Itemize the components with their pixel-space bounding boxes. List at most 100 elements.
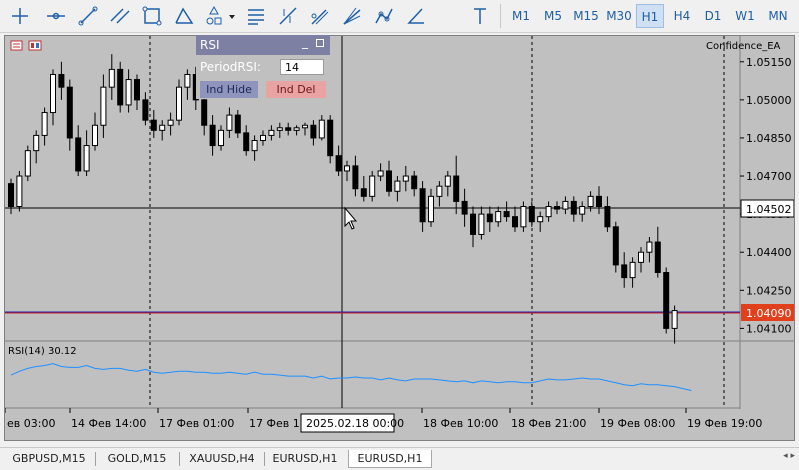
gann-tool-icon[interactable] [276,4,300,28]
candle-body [470,213,476,235]
angle-tool-icon[interactable] [404,4,428,28]
candle-body [428,195,434,223]
shapes-tool-icon[interactable] [202,4,238,28]
candle-body [50,73,56,114]
tab-eurusd-h1-active[interactable]: EURUSD,H1 [348,450,432,468]
timeframe-d1[interactable]: D1 [699,4,727,28]
timeframe-mn[interactable]: MN [762,4,794,28]
ind-hide-button[interactable]: Ind Hide [200,81,258,98]
minimize-button[interactable]: _ [302,35,308,49]
candle-body [8,183,14,208]
candle-body [125,79,132,106]
candle-body [537,216,544,223]
maximize-button[interactable] [316,39,324,47]
rsi-subwindow-label: RSI(14) 30.12 [8,346,77,357]
period-rsi-input[interactable] [280,59,324,75]
text-tool-icon[interactable] [468,4,492,28]
candle-body [327,119,334,157]
candle-body [629,261,636,279]
tab-gbpusd-m15[interactable]: GBPUSD,M15 [6,450,92,468]
candle-body [285,127,292,131]
candle-body [41,112,48,136]
pitchfork-tool-icon[interactable] [308,4,332,28]
timeframe-h1[interactable]: H1 [636,4,664,28]
candle-body [335,155,342,172]
rectangle-tool-icon[interactable] [140,4,164,28]
polyline-tool-icon[interactable] [372,4,396,28]
candle-body [276,127,283,131]
current-price-label: 1.04090 [746,307,792,320]
price-axis-label: 1.04700 [746,170,792,183]
chart-settings-icon[interactable] [28,40,42,51]
tab-scroll-arrows-icon[interactable]: ◂ ▸ [783,451,795,461]
time-axis-label: 18 Фев 21:00 [511,417,586,430]
price-axis-label: 1.04400 [746,246,792,259]
candle-body [75,137,82,172]
tab-eurusd-h1[interactable]: EURUSD,H1 [266,450,344,468]
period-rsi-label: PeriodRSI: [200,60,261,74]
candle-body [33,134,40,152]
chart-window[interactable]: 1.051501.050001.048501.047001.045501.044… [4,35,795,441]
candle-body [226,114,233,131]
rsi-panel: RSI _ PeriodRSI: Ind Hide Ind Del [196,35,330,99]
candle-body [587,195,594,208]
candle-body [663,272,670,329]
horizontal-line-tool-icon[interactable] [44,4,68,28]
candle-body [251,139,258,152]
time-axis-label: 14 Фев 14:00 [71,417,146,430]
timeframe-m15[interactable]: M15 [570,4,602,28]
candle-body [436,185,443,197]
candle-body [646,241,653,253]
cursor-tool-icon[interactable] [8,4,32,28]
candle-body [386,170,392,192]
time-axis-label: ев 03:00 [7,417,55,430]
timeframe-m30[interactable]: M30 [603,4,635,28]
candle-body [596,195,602,208]
triangle-tool-icon[interactable] [172,4,196,28]
candle-body [495,211,502,223]
fibonacci-tool-icon[interactable] [244,4,268,28]
candle-body [579,206,586,215]
rsi-panel-titlebar[interactable]: RSI _ [196,35,330,55]
candle-body [478,213,485,235]
price-axis-label: 1.04100 [746,322,792,335]
symbol-tab-bar: GBPUSD,M15 GOLD,M15 XAUUSD,H4 EURUSD,H1 … [0,447,799,470]
candle-body [503,211,510,218]
time-axis-label: 18 Фев 10:00 [423,417,498,430]
time-axis-label: 17 Фев 01:00 [159,417,234,430]
tab-separator [264,452,265,466]
timeframe-w1[interactable]: W1 [730,4,760,28]
candle-body [92,124,98,147]
candle-body [360,188,367,197]
timeframe-h4[interactable]: H4 [667,4,697,28]
candle-body [554,206,560,210]
trendline-tool-icon[interactable] [76,4,100,28]
candle-body [117,68,124,106]
fan-tool-icon[interactable] [340,4,364,28]
tab-gold-m15[interactable]: GOLD,M15 [98,450,176,468]
chart-canvas[interactable]: 1.051501.050001.048501.047001.045501.044… [5,36,794,440]
candle-body [201,99,208,126]
candle-body [218,129,224,147]
timeframe-m5[interactable]: M5 [538,4,568,28]
candle-body [352,165,359,190]
tab-xauusd-h4[interactable]: XAUUSD,H4 [182,450,262,468]
candle-body [520,206,527,228]
candle-body [159,124,166,131]
candle-body [612,226,619,266]
price-axis-label: 1.05150 [746,56,792,69]
price-axis-label: 1.05000 [746,94,792,107]
candle-body [142,99,149,121]
candle-body [638,251,644,263]
candle-body [528,206,535,223]
candle-body [377,170,384,177]
candle-body [167,119,174,126]
ind-del-button[interactable]: Ind Del [266,81,326,98]
chart-menu-icon[interactable] [10,40,23,51]
candle-body [83,145,90,172]
candle-body [402,175,409,182]
channel-tool-icon[interactable] [108,4,132,28]
candle-body [369,175,376,197]
mouse-pointer-icon [344,206,358,230]
timeframe-m1[interactable]: M1 [506,4,536,28]
